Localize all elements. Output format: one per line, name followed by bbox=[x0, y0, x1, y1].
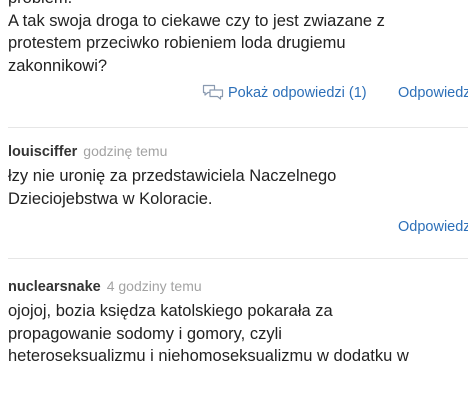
show-replies-label: Pokaż odpowiedzi (1) bbox=[228, 85, 367, 101]
comment-body: problem. A tak swoja droga to ciekawe cz… bbox=[8, 0, 468, 77]
comment-author[interactable]: nuclearsnake bbox=[8, 279, 101, 295]
comment-item: louisciffer godzinę temu łzy nie uronię z… bbox=[0, 141, 468, 241]
comment-actions: Pokaż odpowiedzi (1) Odpowiedz bbox=[8, 81, 468, 107]
comment-actions: Odpowiedz bbox=[8, 215, 468, 241]
comment-item: problem. A tak swoja droga to ciekawe cz… bbox=[0, 0, 468, 107]
comment-meta: nuclearsnake 4 godziny temu bbox=[8, 276, 468, 297]
comment-separator bbox=[8, 127, 468, 128]
comment-separator bbox=[8, 258, 468, 259]
comment-thread: problem. A tak swoja droga to ciekawe cz… bbox=[0, 0, 468, 368]
comment-line: A tak swoja droga to ciekawe czy to jest… bbox=[8, 11, 385, 30]
comment-line: problem. bbox=[8, 0, 468, 10]
comment-line: ojojoj, bozia księdza katolskiego pokara… bbox=[8, 302, 333, 320]
comment-line: protestem przeciwko robieniem loda drugi… bbox=[8, 34, 346, 52]
reply-link[interactable]: Odpowiedz bbox=[398, 217, 468, 237]
comment-time: godzinę temu bbox=[83, 143, 168, 159]
comment-line: heteroseksualizmu i niehomoseksualizmu w… bbox=[8, 347, 409, 365]
reply-link[interactable]: Odpowiedz bbox=[398, 83, 468, 103]
comment-line: zakonnikowi? bbox=[8, 56, 108, 75]
show-replies-link[interactable]: Pokaż odpowiedzi (1) bbox=[202, 83, 367, 106]
comment-body: ojojoj, bozia księdza katolskiego pokara… bbox=[8, 300, 468, 368]
comment-time: 4 godziny temu bbox=[106, 278, 202, 294]
comment-author[interactable]: louisciffer bbox=[8, 144, 77, 160]
comment-line: łzy nie uronię za przedstawiciela Naczel… bbox=[8, 167, 337, 185]
comment-line: propagowanie sodomy i gomory, czyli bbox=[8, 324, 282, 343]
comment-body: łzy nie uronię za przedstawiciela Naczel… bbox=[8, 165, 468, 210]
comment-line: Dzieciojebstwa w Koloracie. bbox=[8, 189, 213, 208]
comment-item: nuclearsnake 4 godziny temu ojojoj, bozia… bbox=[0, 276, 468, 368]
chat-bubbles-icon bbox=[202, 84, 224, 106]
comment-meta: louisciffer godzinę temu bbox=[8, 141, 468, 162]
